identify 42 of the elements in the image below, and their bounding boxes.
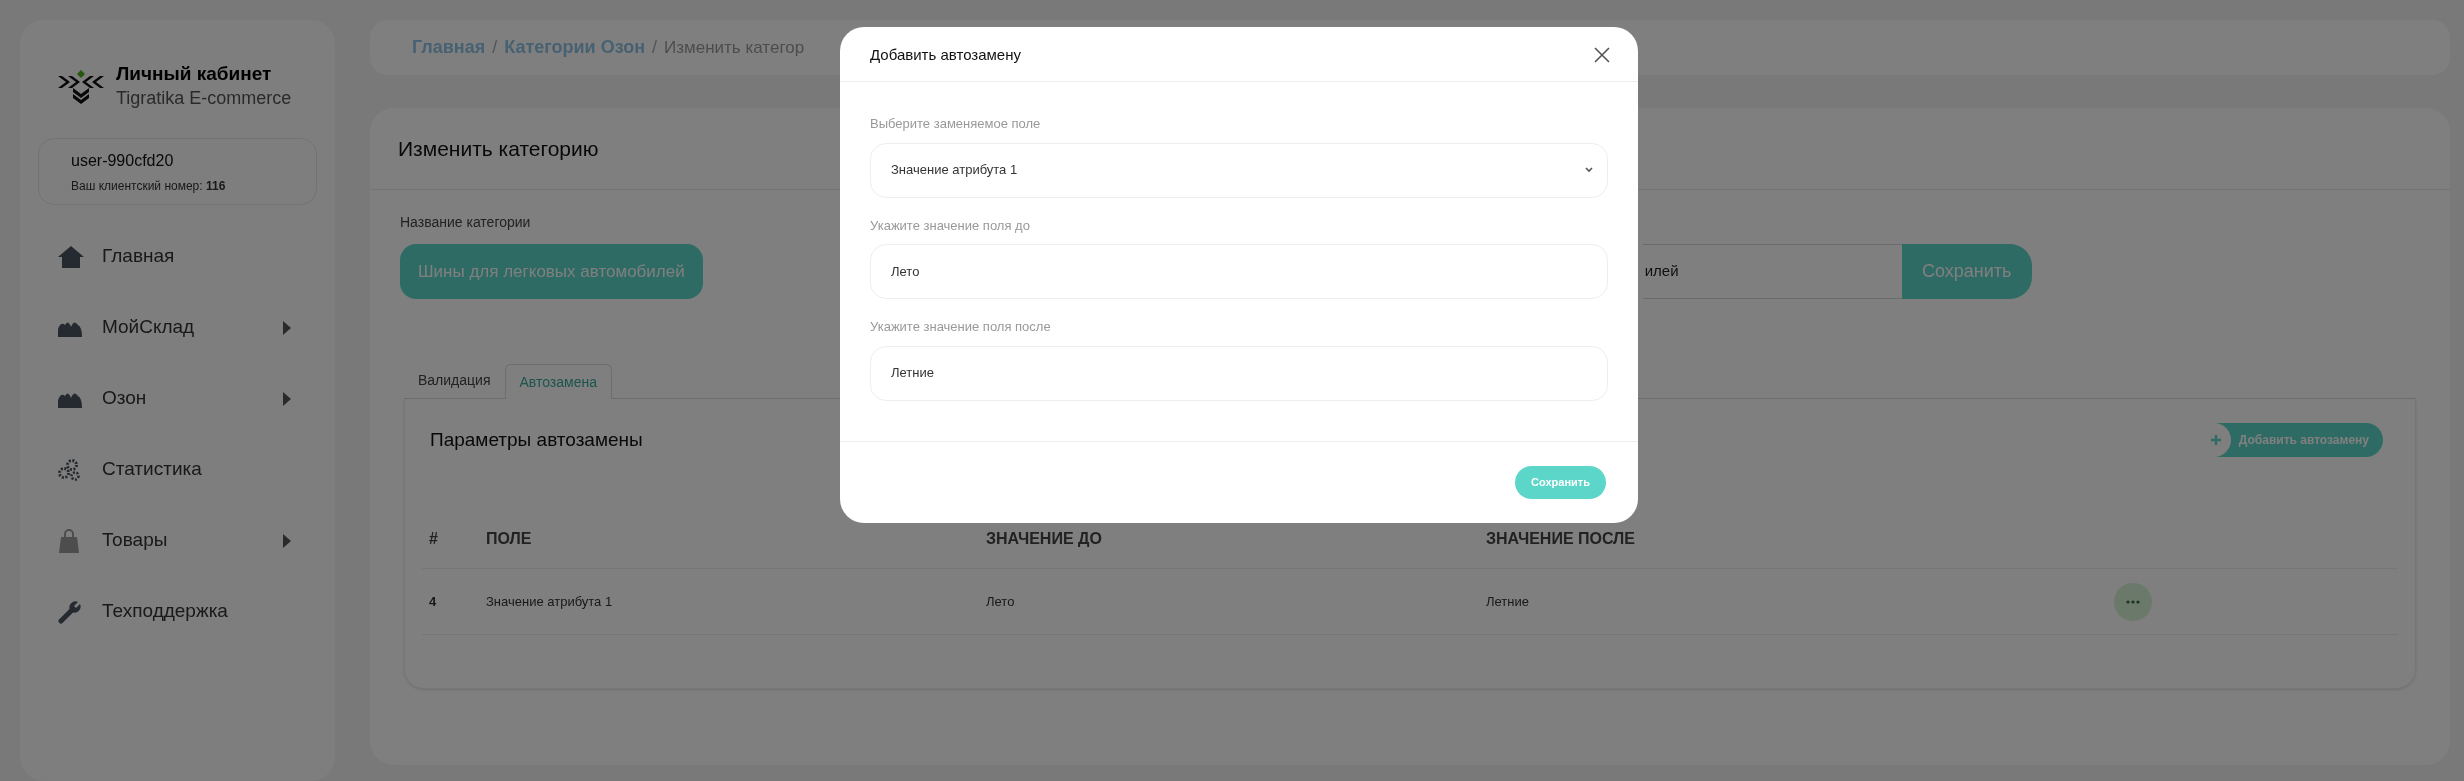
breadcrumb-separator: /: [492, 36, 498, 59]
home-icon: [58, 245, 84, 268]
field-label: Выберите заменяемое поле: [870, 115, 1042, 133]
logo-icon: [58, 68, 104, 104]
chevron-down-icon: [1585, 167, 1593, 173]
client-number: Ваш клиентский номер: 116: [71, 177, 227, 195]
wrench-icon: [58, 599, 82, 624]
bag-icon: [58, 528, 80, 553]
column-header: #: [428, 528, 439, 549]
breadcrumb-separator: /: [652, 36, 658, 59]
nav-item[interactable]: Озон: [58, 363, 291, 434]
input-field[interactable]: Лето: [870, 244, 1608, 299]
app-subtitle: Tigratika E-commerce: [116, 87, 292, 110]
field-label: Укажите значение поля до: [870, 216, 1031, 235]
plus-icon: [2210, 435, 2221, 445]
table-cell-text: Летние: [1486, 592, 1530, 611]
dots-icon: [2126, 599, 2140, 604]
nav-item[interactable]: МойСклад: [58, 292, 291, 363]
app-title: Личный кабинет: [116, 62, 273, 86]
nav-item[interactable]: Техподдержка: [58, 576, 291, 647]
card-title: Изменить категорию: [398, 135, 599, 162]
table-cell-text: Лето: [986, 592, 1016, 611]
nav-item[interactable]: Товары: [58, 505, 291, 576]
tab[interactable]: Валидация: [404, 363, 505, 398]
field-label: Название категории: [400, 214, 531, 230]
tab[interactable]: Автозамена: [504, 364, 612, 399]
category-name-input[interactable]: илей: [1642, 244, 1902, 299]
table-cell-text: Значение атрибута 1: [486, 592, 614, 611]
dialog-title: Добавить автозамену: [870, 44, 1021, 65]
nav-item[interactable]: Статистика: [58, 434, 291, 505]
column-header: ЗНАЧЕНИЕ ПОСЛЕ: [1486, 528, 1636, 549]
table-cell-text: 4: [428, 592, 438, 611]
section-title: Параметры автозамены: [430, 427, 643, 452]
column-header: ПОЛЕ: [486, 528, 533, 549]
field-label: Укажите значение поля после: [870, 318, 1052, 336]
nav-item[interactable]: Главная: [58, 221, 291, 292]
column-header: ЗНАЧЕНИЕ ДО: [986, 528, 1103, 549]
input-field[interactable]: Летние: [870, 345, 1608, 401]
gears-icon: [58, 458, 80, 481]
user-name: user-990cfd20: [71, 150, 175, 171]
select-field[interactable]: Значение атрибута 1: [870, 142, 1608, 198]
close-icon[interactable]: [1594, 47, 1610, 63]
